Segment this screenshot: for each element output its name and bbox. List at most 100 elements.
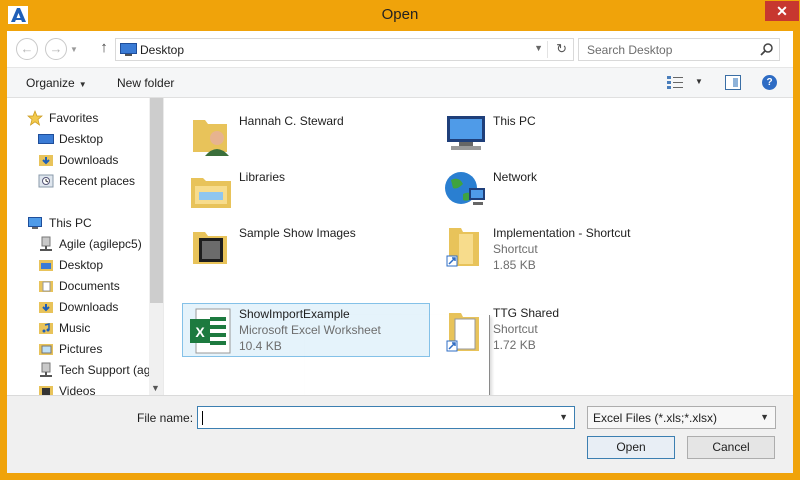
file-tile[interactable]: Network [437,162,685,216]
file-name-label: File name: [137,411,194,425]
excel-file-icon: X [190,308,231,354]
nav-this-pc[interactable]: This PC [7,213,149,234]
dialog-client-area: ← → ▼ ↑ Desktop ▼ ↻ Search Desktop Organ… [7,31,793,473]
file-size: 10.4 KB [239,339,282,353]
address-dropdown-icon[interactable]: ▼ [534,43,543,53]
network-globe-icon [445,172,485,205]
nav-label: Desktop [59,132,104,146]
file-name: Sample Show Images [239,226,356,240]
nav-music[interactable]: Music [7,318,149,339]
search-input[interactable]: Search Desktop [587,43,672,57]
file-type: Shortcut [493,322,538,336]
nav-label: Downloads [59,300,119,314]
command-toolbar: Organize ▼ New folder ▼ ? [7,67,793,98]
chevron-down-icon: ▼ [78,80,87,89]
nav-downloads[interactable]: Downloads [7,150,149,171]
file-tile[interactable]: Libraries [183,162,431,216]
downloads-icon [39,155,53,166]
chevron-down-icon[interactable]: ▼ [559,412,568,422]
desktop-icon [38,134,54,144]
libraries-icon [191,178,231,208]
navigation-pane: Favorites Desktop Downloads Recent place… [7,98,164,395]
address-bar[interactable]: Desktop ▼ ↻ [115,38,574,61]
star-icon [27,110,43,126]
title-bar[interactable]: Open ✕ [0,0,800,32]
computer-icon [28,217,42,229]
nav-label: Desktop [59,258,104,272]
view-options-dropdown[interactable]: ▼ [695,77,703,86]
text-caret [202,411,203,425]
shortcut-folder-icon [446,228,479,267]
nav-pc-downloads[interactable]: Downloads [7,297,149,318]
nav-agile-drive[interactable]: Agile (agilepc5) [7,234,149,255]
file-name-field[interactable]: ▼ [197,406,575,429]
user-folder-icon [193,120,229,156]
file-name: Libraries [239,170,286,184]
nav-favorites[interactable]: Favorites [7,108,149,129]
chevron-down-icon[interactable]: ▼ [760,412,769,422]
help-icon[interactable]: ? [762,75,777,90]
desktop-icon [39,260,53,271]
new-folder-button[interactable]: New folder [117,76,174,90]
cancel-button[interactable]: Cancel [687,436,775,459]
preview-pane-inner [733,78,738,87]
address-row: ← → ▼ ↑ Desktop ▼ ↻ Search Desktop [7,31,793,67]
nav-label: Agile (agilepc5) [59,237,142,251]
preview-pane-icon[interactable] [725,75,741,90]
nav-pc-desktop[interactable]: Desktop [7,255,149,276]
search-icon[interactable] [760,42,774,56]
file-type-value: Excel Files (*.xls;*.xlsx) [593,411,718,425]
file-tile[interactable]: Hannah C. Steward [183,106,431,160]
file-type-select[interactable]: Excel Files (*.xls;*.xlsx) ▼ [587,406,776,429]
nav-desktop[interactable]: Desktop [7,129,149,150]
nav-label: Music [59,321,91,335]
nav-tech-support[interactable]: Tech Support (ag [7,360,149,381]
file-type: Shortcut [493,242,538,256]
nav-scrollbar-thumb[interactable] [150,98,163,303]
nav-documents[interactable]: Documents [7,276,149,297]
up-button[interactable]: ↑ [95,39,113,59]
close-button[interactable]: ✕ [765,1,799,21]
forward-button[interactable]: → [45,38,67,60]
documents-icon [39,281,53,292]
search-box[interactable]: Search Desktop [578,38,780,61]
nav-recent-places[interactable]: Recent places [7,171,149,192]
network-drive-icon [40,362,52,377]
downloads-icon [39,302,53,313]
videos-icon [39,386,53,395]
computer-icon [447,116,485,150]
scroll-down-icon[interactable]: ▼ [151,383,160,393]
recent-locations-dropdown[interactable]: ▼ [70,45,80,55]
nav-label: Videos [59,384,96,395]
nav-videos[interactable]: Videos [7,381,149,395]
file-tile[interactable]: This PC [437,106,685,160]
nav-label: Pictures [59,342,103,356]
organize-button[interactable]: Organize ▼ [26,76,87,90]
file-name: Network [493,170,538,184]
dialog-footer: File name: ▼ Excel Files (*.xls;*.xlsx) … [7,395,793,473]
address-separator [547,41,548,58]
open-button[interactable]: Open [587,436,675,459]
file-list-view: Hannah C. Steward This PC Libraries Netw… [165,98,793,411]
file-tile[interactable]: Sample Show Images [183,218,431,272]
organize-label: Organize [26,76,75,90]
file-name: This PC [493,114,536,128]
file-name: Hannah C. Steward [239,114,344,128]
file-size: 1.85 KB [493,258,536,272]
refresh-icon[interactable]: ↻ [556,41,567,57]
file-name: TTG Shared [493,306,560,320]
file-size: 1.72 KB [493,338,536,352]
file-name: Implementation - Shortcut [493,226,631,240]
file-tile[interactable]: Implementation - Shortcut Shortcut 1.85 … [437,218,685,272]
pictures-icon [39,344,53,355]
nav-scrollbar[interactable]: ▼ [149,98,163,395]
music-icon [39,323,53,334]
window-title: Open [381,6,419,23]
nav-label: Recent places [59,174,136,188]
folder-icon [193,232,227,264]
nav-pictures[interactable]: Pictures [7,339,149,360]
nav-label: This PC [49,216,92,230]
desktop-icon [120,43,137,56]
change-view-icon[interactable] [667,76,683,90]
back-button[interactable]: ← [16,38,38,60]
